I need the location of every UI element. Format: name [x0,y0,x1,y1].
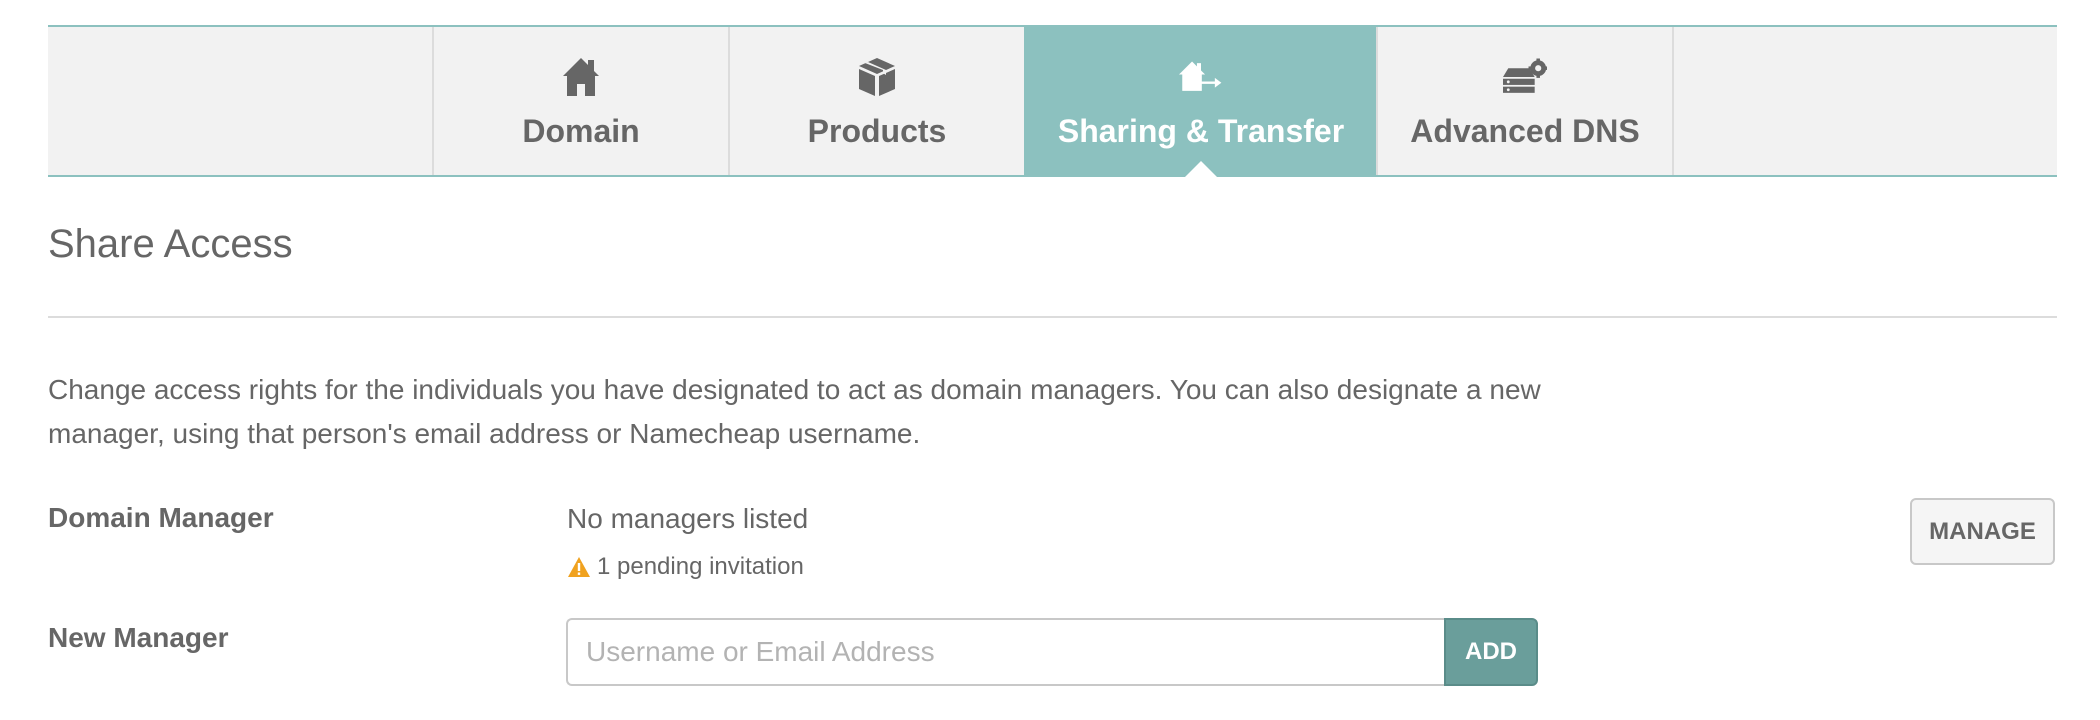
new-manager-input[interactable] [566,618,1446,686]
tab-advanced-dns-label: Advanced DNS [1410,113,1640,149]
section-description: Change access rights for the individuals… [48,374,1541,449]
house-icon [559,55,603,99]
section-divider [48,316,2057,318]
tab-domain[interactable]: Domain [432,27,728,175]
domain-manager-label: Domain Manager [48,502,274,533]
server-gear-icon [1503,55,1547,99]
tab-products[interactable]: Products [728,27,1024,175]
manage-button[interactable]: MANAGE [1910,498,2055,565]
tab-sharing-transfer-label: Sharing & Transfer [1057,113,1345,149]
box-icon [855,55,899,99]
tab-sharing-transfer[interactable]: Sharing & Transfer [1024,27,1376,177]
pending-invitation-text: 1 pending invitation [597,553,804,580]
tab-divider [1672,27,1674,175]
new-manager-label: New Manager [48,622,229,653]
pending-invitation: 1 pending invitation [567,553,804,581]
section-title: Share Access [48,222,293,266]
warning-icon [567,556,591,578]
new-manager-form: ADD [566,618,1538,686]
house-transfer-icon [1179,55,1223,99]
active-tab-caret [1185,161,1217,177]
tab-products-label: Products [807,113,947,149]
tab-domain-label: Domain [522,113,640,149]
tab-bar: Domain Products Sharing & Transfer Advan… [48,25,2057,177]
managers-value: No managers listed [567,503,809,534]
page: Domain Products Sharing & Transfer Advan… [0,0,2100,720]
add-button[interactable]: ADD [1444,618,1538,686]
tab-advanced-dns[interactable]: Advanced DNS [1376,27,1672,175]
